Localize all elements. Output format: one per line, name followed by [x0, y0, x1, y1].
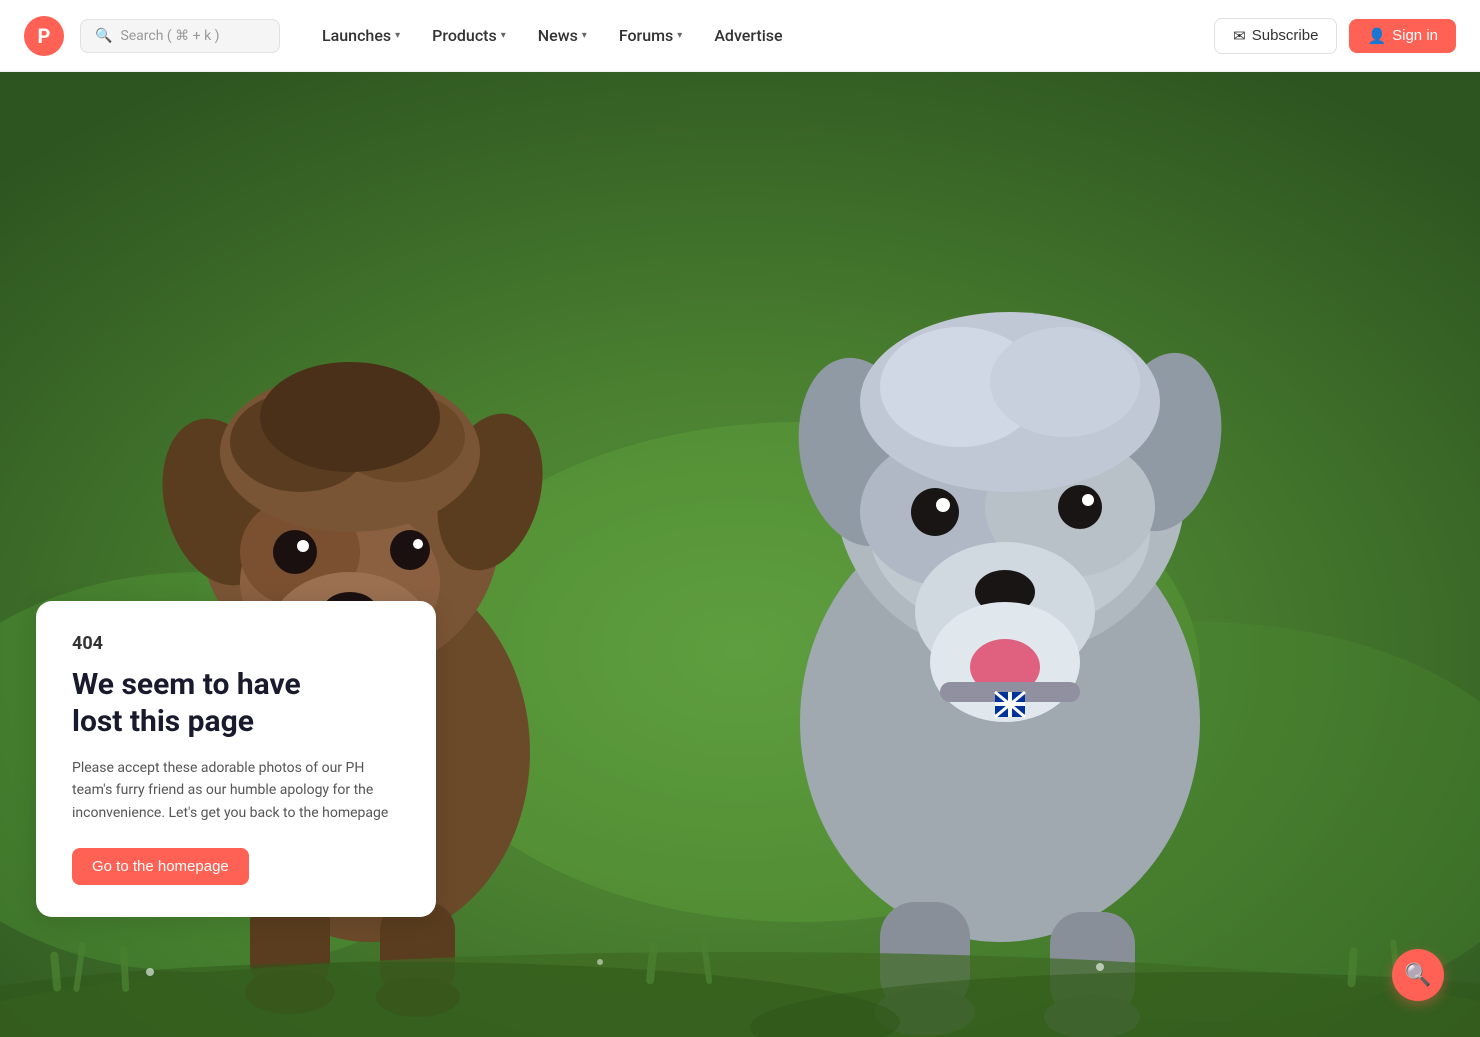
nav-item-products[interactable]: Products ▾: [418, 18, 520, 53]
error-code: 404: [72, 633, 400, 654]
chevron-down-icon: ▾: [677, 30, 682, 41]
nav-label-launches: Launches: [322, 26, 391, 45]
subscribe-label: Subscribe: [1252, 27, 1319, 44]
nav-label-news: News: [538, 26, 578, 45]
logo-wrapper: P: [24, 16, 64, 56]
signin-button[interactable]: 👤 Sign in: [1349, 19, 1456, 53]
nav-label-products: Products: [432, 26, 497, 45]
logo-button[interactable]: P: [24, 16, 64, 56]
signin-label: Sign in: [1392, 27, 1438, 44]
error-heading: We seem to have lost this page: [72, 666, 400, 741]
main-header: P 🔍 Search ( ⌘ + k ) Launches ▾ Products…: [0, 0, 1480, 72]
logo-letter: P: [38, 24, 51, 48]
chevron-down-icon: ▾: [582, 30, 587, 41]
subscribe-button[interactable]: ✉ Subscribe: [1214, 18, 1337, 54]
nav-label-advertise: Advertise: [714, 26, 782, 45]
search-icon: 🔍: [95, 28, 112, 44]
chevron-down-icon: ▾: [501, 30, 506, 41]
nav-right: ✉ Subscribe 👤 Sign in: [1214, 18, 1456, 54]
nav-item-launches[interactable]: Launches ▾: [308, 18, 414, 53]
nav-item-advertise[interactable]: Advertise: [700, 18, 796, 53]
error-description: Please accept these adorable photos of o…: [72, 757, 400, 824]
error-card: 404 We seem to have lost this page Pleas…: [36, 601, 436, 917]
nav-item-forums[interactable]: Forums ▾: [605, 18, 696, 53]
nav-item-news[interactable]: News ▾: [524, 18, 601, 53]
floating-search-button[interactable]: 🔍: [1392, 949, 1444, 1001]
user-icon: 👤: [1367, 27, 1386, 45]
go-to-homepage-button[interactable]: Go to the homepage: [72, 848, 249, 885]
error-heading-line1: We seem to have: [72, 667, 301, 702]
floating-search-icon: 🔍: [1404, 963, 1431, 988]
mail-icon: ✉: [1233, 27, 1246, 45]
nav-label-forums: Forums: [619, 26, 673, 45]
search-placeholder: Search ( ⌘ + k ): [120, 28, 219, 44]
main-nav: Launches ▾ Products ▾ News ▾ Forums ▾ Ad…: [308, 18, 1198, 53]
error-heading-line2: lost this page: [72, 704, 254, 739]
chevron-down-icon: ▾: [395, 30, 400, 41]
search-box[interactable]: 🔍 Search ( ⌘ + k ): [80, 19, 280, 53]
